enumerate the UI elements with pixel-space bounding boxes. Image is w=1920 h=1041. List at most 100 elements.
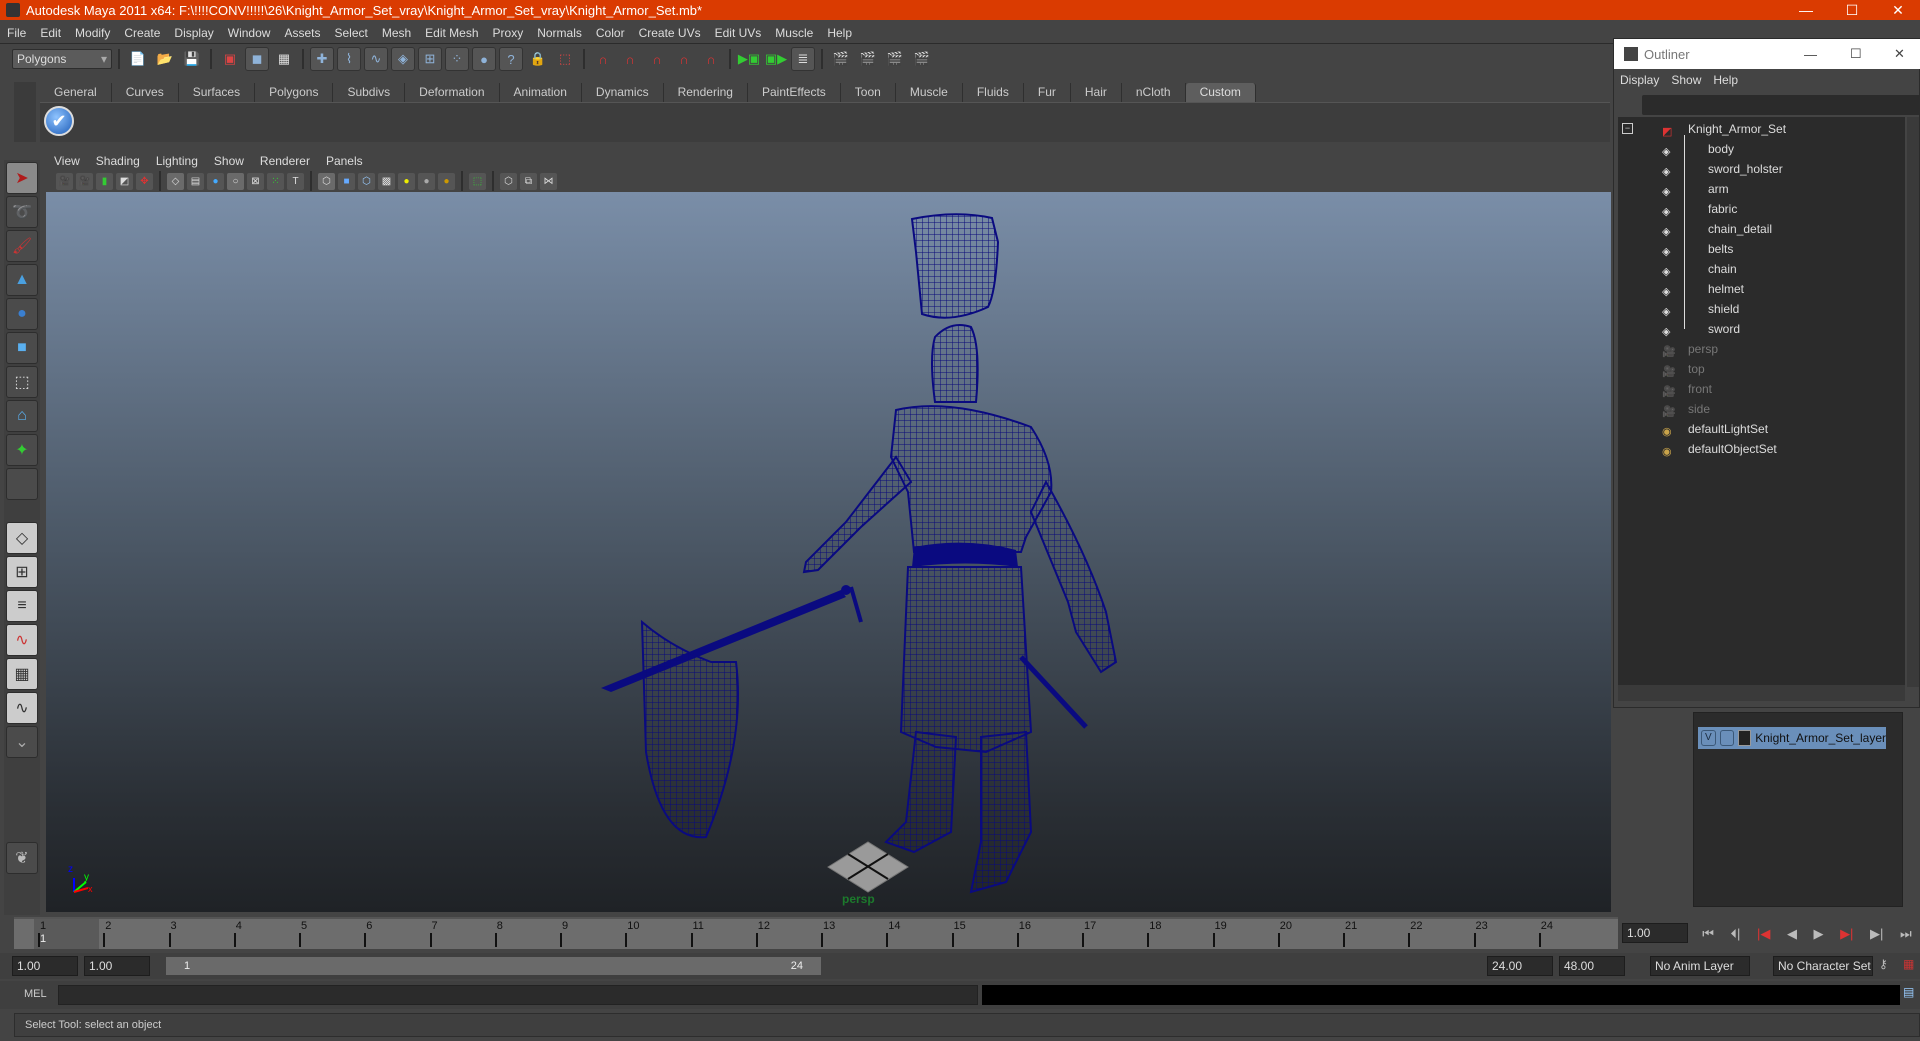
outliner-item-belts[interactable]: ◈ belts <box>1618 239 1905 259</box>
shelf-tab-general[interactable]: General <box>40 83 112 102</box>
save-scene-icon[interactable]: 💾 <box>180 47 204 71</box>
layout-persp-outliner-icon[interactable]: ≡ <box>6 590 38 622</box>
paint-select-tool-icon[interactable]: 🖌 <box>6 230 38 262</box>
shelf-tab-painteffects[interactable]: PaintEffects <box>747 83 841 102</box>
make-live-icon[interactable]: ⊞ <box>418 47 442 71</box>
outliner-maximize-button[interactable]: ☐ <box>1850 46 1862 62</box>
outliner-menu-show[interactable]: Show <box>1665 73 1707 87</box>
menu-mesh[interactable]: Mesh <box>375 26 418 40</box>
textured-icon[interactable]: ▩ <box>378 172 395 190</box>
outliner-item-top[interactable]: 🎥 top <box>1618 359 1905 379</box>
outliner-item-side[interactable]: 🎥 side <box>1618 399 1905 419</box>
shelf-tab-fluids[interactable]: Fluids <box>962 83 1024 102</box>
layer-color-swatch[interactable] <box>1738 730 1752 746</box>
playback-end-field[interactable]: 24.00 <box>1487 956 1553 976</box>
menu-display[interactable]: Display <box>167 26 220 40</box>
script-editor-icon[interactable]: ▤ <box>1903 985 1914 999</box>
smooth-shade-icon[interactable]: ■ <box>338 172 355 190</box>
shelf-tab-curves[interactable]: Curves <box>111 83 179 102</box>
layout-single-perspective-icon[interactable]: ◇ <box>6 522 38 554</box>
outliner-item-shield[interactable]: ◈ shield <box>1618 299 1905 319</box>
shelf-tab-ncloth[interactable]: nCloth <box>1121 83 1186 102</box>
move-tool-icon[interactable]: ▲ <box>6 264 38 296</box>
go-to-start-icon[interactable]: ⏮ <box>1702 926 1714 942</box>
select-by-hierarchy-icon[interactable]: ▣ <box>218 47 242 71</box>
high-quality-icon[interactable]: ● <box>438 172 455 190</box>
field-chart-icon[interactable]: ⊠ <box>247 172 264 190</box>
snap-to-points-icon[interactable]: ∿ <box>364 47 388 71</box>
render-current-icon[interactable]: 🎬 <box>856 47 880 71</box>
gate-mask-icon[interactable]: ○ <box>227 172 244 190</box>
safe-action-icon[interactable]: ⁙ <box>267 172 284 190</box>
snap-scatter-icon[interactable]: ⁘ <box>445 47 469 71</box>
maximize-button[interactable]: ☐ <box>1829 0 1875 20</box>
wireframe-icon[interactable]: ⬡ <box>318 172 335 190</box>
menu-select[interactable]: Select <box>327 26 374 40</box>
snap-to-view-planes-icon[interactable]: ◈ <box>391 47 415 71</box>
snap-paint-icon[interactable]: ● <box>472 47 496 71</box>
current-frame-field[interactable]: 1.00 <box>1622 923 1688 943</box>
output-ops-icon[interactable]: ▣▶ <box>764 47 788 71</box>
command-language-toggle[interactable]: MEL <box>24 988 47 1000</box>
play-backwards-icon[interactable]: ◀ <box>1787 926 1797 942</box>
menu-help[interactable]: Help <box>820 26 859 40</box>
menu-normals[interactable]: Normals <box>530 26 589 40</box>
menu-set-dropdown[interactable]: Polygons <box>12 49 112 69</box>
render-settings-icon[interactable]: 🎬 <box>910 47 934 71</box>
checkmark-shelf-icon[interactable]: ✔ <box>44 106 74 136</box>
shelf-tab-muscle[interactable]: Muscle <box>895 83 963 102</box>
outliner-item-helmet[interactable]: ◈ helmet <box>1618 279 1905 299</box>
construction-history-icon[interactable]: ≣ <box>791 47 815 71</box>
use-all-lights-icon[interactable]: ● <box>398 172 415 190</box>
shelf-side-controls[interactable] <box>14 82 36 142</box>
empty-tool-slot[interactable] <box>6 468 38 500</box>
shadows-icon[interactable]: ● <box>418 172 435 190</box>
outliner-item-default-light-set[interactable]: ◉ defaultLightSet <box>1618 419 1905 439</box>
xray-icon[interactable]: ⬡ <box>500 172 517 190</box>
magnet-plane-icon[interactable]: ∩ <box>672 47 696 71</box>
outliner-minimize-button[interactable]: — <box>1804 47 1817 62</box>
bookmarks-icon[interactable]: ▮ <box>96 172 113 190</box>
outliner-item-body[interactable]: ◈ body <box>1618 139 1905 159</box>
shelf-tab-polygons[interactable]: Polygons <box>255 83 334 102</box>
collapse-icon[interactable]: − <box>1622 123 1633 134</box>
input-ops-icon[interactable]: ▶▣ <box>737 47 761 71</box>
outliner-horizontal-scrollbar[interactable] <box>1618 685 1905 701</box>
more-layouts-icon[interactable]: ⌄ <box>6 726 38 758</box>
selection-highlight-icon[interactable]: ⬚ <box>553 47 577 71</box>
outliner-filter-input[interactable] <box>1642 95 1920 115</box>
menu-edit-mesh[interactable]: Edit Mesh <box>418 26 485 40</box>
open-scene-icon[interactable]: 📂 <box>153 47 177 71</box>
magnet-grid-icon[interactable]: ∩ <box>591 47 615 71</box>
go-to-end-icon[interactable]: ⏭ <box>1900 926 1912 942</box>
outliner-menu-display[interactable]: Display <box>1614 73 1665 87</box>
outliner-item-chain[interactable]: ◈ chain <box>1618 259 1905 279</box>
ipr-render-icon[interactable]: 🎬 <box>883 47 907 71</box>
outliner-item-chain-detail[interactable]: ◈ chain_detail <box>1618 219 1905 239</box>
magnet-point-icon[interactable]: ∩ <box>645 47 669 71</box>
outliner-item-front[interactable]: 🎥 front <box>1618 379 1905 399</box>
step-back-key-icon[interactable]: ⏴| <box>1731 926 1741 942</box>
2d-pan-zoom-icon[interactable]: ✥ <box>136 172 153 190</box>
auto-key-icon[interactable]: ⚷ <box>1879 957 1888 971</box>
layout-persp-graph-icon[interactable]: ∿ <box>6 624 38 656</box>
menu-edit[interactable]: Edit <box>33 26 68 40</box>
shelf-tab-fur[interactable]: Fur <box>1023 83 1071 102</box>
resolution-gate-icon[interactable]: ● <box>207 172 224 190</box>
outliner-item-sword[interactable]: ◈ sword <box>1618 319 1905 339</box>
viewport-menu-shading[interactable]: Shading <box>88 154 148 168</box>
snap-to-grids-icon[interactable]: ✚ <box>310 47 334 71</box>
menu-assets[interactable]: Assets <box>277 26 327 40</box>
outliner-item-fabric[interactable]: ◈ fabric <box>1618 199 1905 219</box>
outliner-item-default-object-set[interactable]: ◉ defaultObjectSet <box>1618 439 1905 459</box>
time-slider[interactable]: 1 1 2 3 4 5 6 7 8 9 10 11 12 13 14 15 16 17 18 19 20 21 22 23 24 <box>14 917 1618 949</box>
wireframe-on-shaded-icon[interactable]: ⬡ <box>358 172 375 190</box>
range-slider[interactable]: 1 24 <box>166 957 821 975</box>
menu-create[interactable]: Create <box>117 26 167 40</box>
step-back-frame-icon[interactable]: |◀ <box>1757 926 1770 942</box>
viewport-menu-panels[interactable]: Panels <box>318 154 371 168</box>
outliner-item-persp[interactable]: 🎥 persp <box>1618 339 1905 359</box>
shelf-tab-deformation[interactable]: Deformation <box>405 83 500 102</box>
xray-components-icon[interactable]: ⋈ <box>540 172 557 190</box>
step-forward-frame-icon[interactable]: ▶| <box>1840 926 1853 942</box>
